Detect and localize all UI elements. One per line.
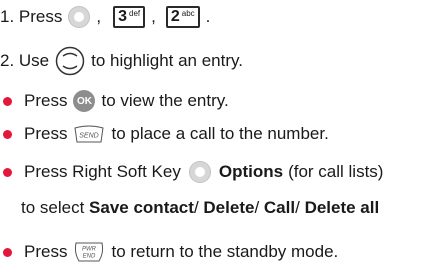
- step-1-prefix: 1. Press: [0, 7, 63, 26]
- menu-key-icon: [68, 6, 91, 28]
- bullet-text: Press: [24, 91, 68, 110]
- end-key-icon: PWR END: [75, 242, 104, 262]
- step-2-suffix: to highlight an entry.: [91, 51, 243, 70]
- step-1: 1. Press , 3 def , 2 abc .: [0, 6, 210, 28]
- bullet-item: Press Right Soft Key Options (for call l…: [0, 161, 383, 183]
- bullet-item-continued: to select Save contact/ Delete/ Call/ De…: [21, 198, 379, 218]
- bullet-item: Press OK to view the entry.: [0, 90, 229, 112]
- send-key-label: SEND: [80, 133, 99, 140]
- separator: /: [193, 198, 199, 217]
- step-2: 2. Use to highlight an entry.: [0, 46, 243, 76]
- ok-key-icon: OK: [73, 90, 96, 112]
- delete-label: Delete: [203, 198, 255, 217]
- bullet-item: Press PWR END to return to the standby m…: [0, 240, 338, 264]
- navigation-key-icon: [55, 46, 85, 76]
- call-label: Call: [263, 198, 296, 217]
- bullet-text: (for call lists): [288, 162, 384, 181]
- bullet-icon: [3, 247, 12, 257]
- bullet-text: to view the entry.: [101, 91, 229, 110]
- bullet-text: to place a call to the number.: [111, 124, 329, 143]
- key-3-digit: 3: [118, 8, 127, 25]
- bullet-text: Press Right Soft Key: [24, 162, 181, 181]
- period: .: [205, 7, 211, 26]
- comma: ,: [96, 7, 102, 26]
- send-key-icon: SEND: [74, 125, 105, 143]
- end-key-label-bottom: END: [83, 254, 96, 260]
- bullet-text: Press: [24, 242, 68, 261]
- key-2-digit: 2: [170, 8, 180, 25]
- bullet-icon: [3, 167, 12, 177]
- bullet-text: to select: [21, 198, 85, 217]
- options-label: Options: [218, 162, 284, 181]
- key-3-icon: 3 def: [113, 6, 146, 28]
- end-key-label-top: PWR: [82, 247, 97, 253]
- bullet-icon: [3, 129, 12, 139]
- bullet-icon: [3, 96, 12, 106]
- bullet-item: Press SEND to place a call to the number…: [0, 124, 329, 144]
- delete-all-label: Delete all: [304, 198, 380, 217]
- key-2-letters: abc: [181, 9, 195, 18]
- soft-key-icon: [188, 161, 211, 183]
- step-2-prefix: 2. Use: [0, 51, 50, 70]
- key-2-icon: 2 abc: [165, 6, 200, 28]
- separator: /: [254, 198, 260, 217]
- separator: /: [295, 198, 300, 217]
- bullet-text: Press: [24, 124, 68, 143]
- comma: ,: [151, 7, 156, 26]
- save-contact-label: Save contact: [89, 198, 194, 217]
- key-3-letters: def: [129, 9, 141, 18]
- bullet-text: to return to the standby mode.: [111, 242, 339, 261]
